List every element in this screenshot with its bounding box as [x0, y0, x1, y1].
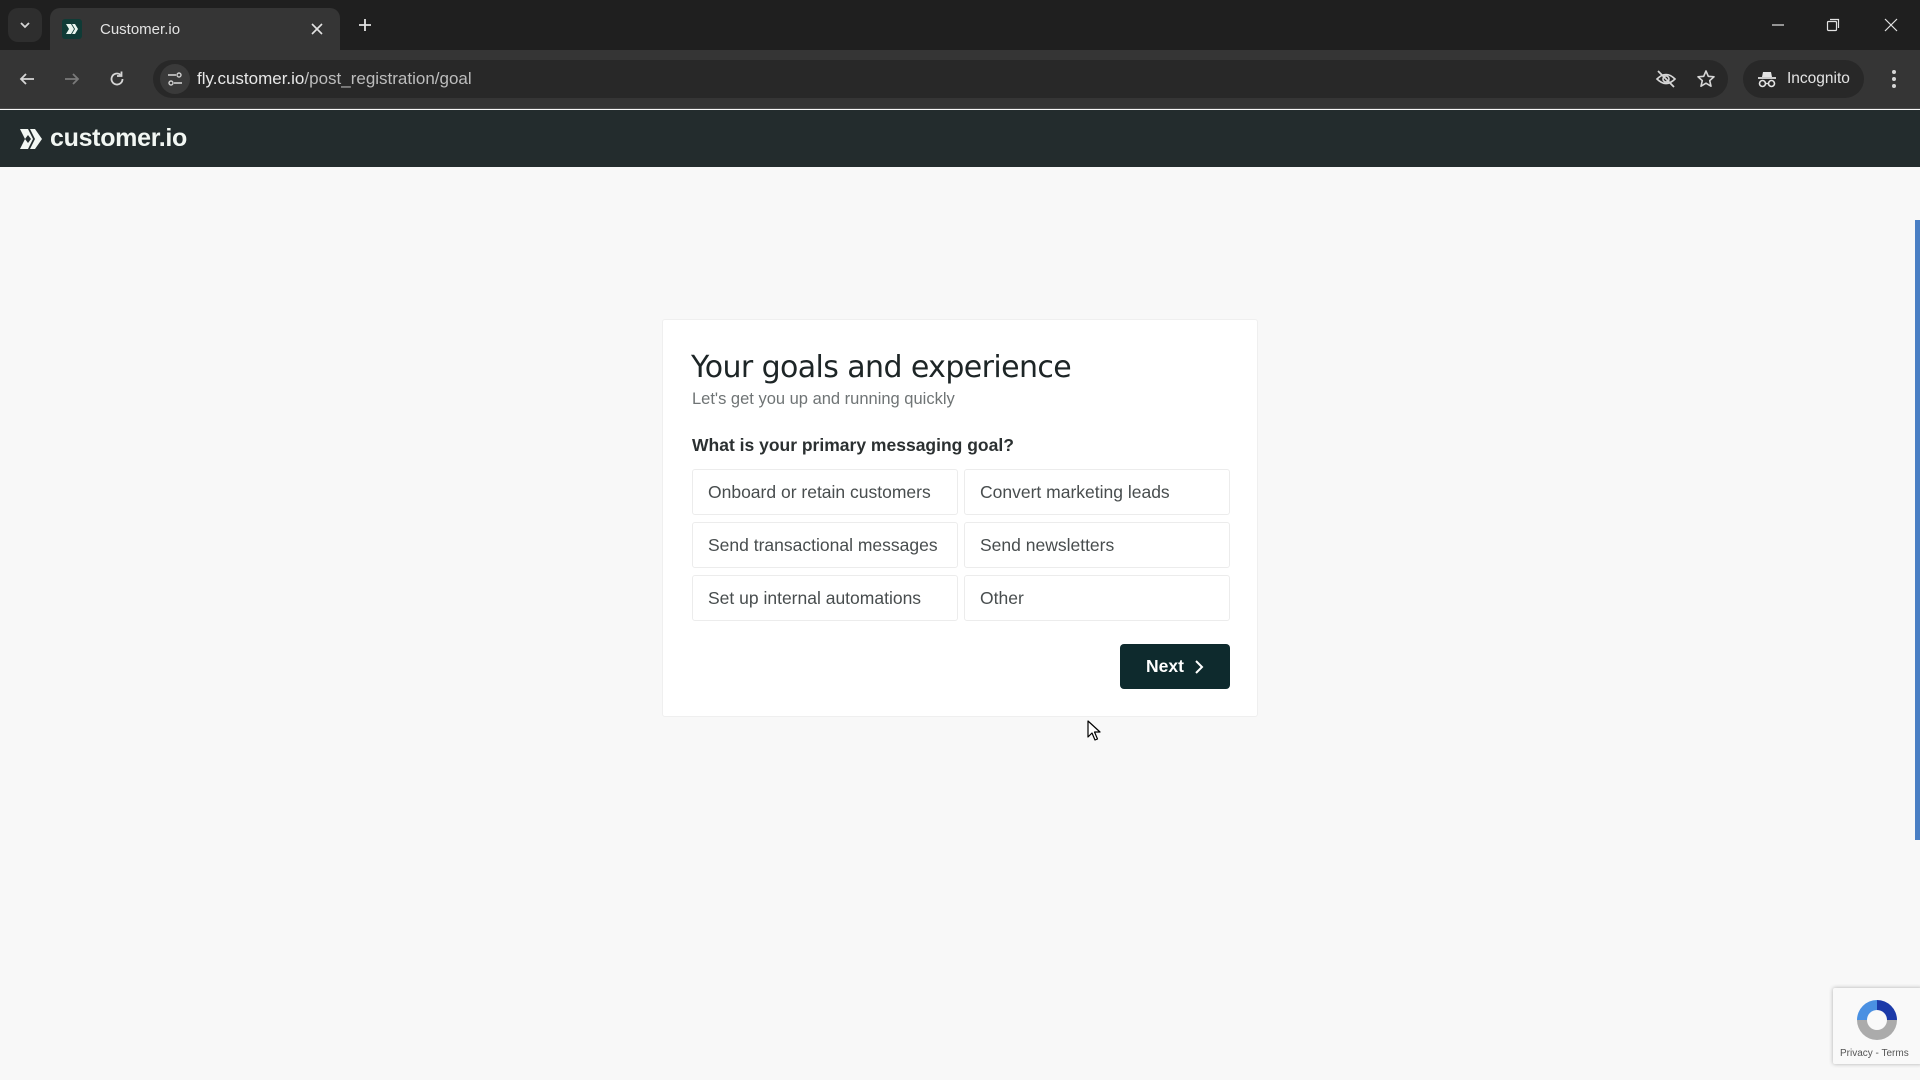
bookmark-button[interactable] — [1692, 65, 1720, 93]
chevron-right-icon — [1194, 659, 1204, 675]
eye-off-icon — [1655, 70, 1677, 88]
browser-tab-active[interactable]: Customer.io — [50, 8, 340, 50]
arrow-left-icon — [19, 73, 34, 85]
goal-options: Onboard or retain customers Convert mark… — [692, 469, 1230, 621]
goal-option-onboard-retain[interactable]: Onboard or retain customers — [692, 469, 958, 515]
browser-tabstrip: Customer.io — [0, 0, 1920, 50]
goal-option-newsletters[interactable]: Send newsletters — [964, 522, 1230, 568]
tracking-protection-button[interactable] — [1652, 65, 1680, 93]
minimize-button[interactable] — [1758, 8, 1798, 42]
tab-search-button[interactable] — [8, 8, 42, 42]
goal-option-internal-automations[interactable]: Set up internal automations — [692, 575, 958, 621]
recaptcha-links[interactable]: Privacy - Terms — [1840, 1048, 1909, 1059]
url-path: /post_registration/goal — [304, 69, 472, 88]
browser-menu-button[interactable] — [1880, 62, 1908, 96]
close-tab-button[interactable] — [306, 18, 328, 40]
restore-icon — [1826, 18, 1840, 32]
customerio-favicon — [62, 19, 82, 39]
reload-button[interactable] — [100, 62, 134, 96]
address-bar[interactable]: fly.customer.io/post_registration/goal — [153, 60, 1728, 98]
close-icon — [311, 23, 323, 35]
customerio-logo-icon[interactable] — [19, 128, 43, 150]
goal-option-transactional[interactable]: Send transactional messages — [692, 522, 958, 568]
question-label: What is your primary messaging goal? — [692, 435, 1014, 455]
next-button[interactable]: Next — [1120, 644, 1230, 689]
url-host: fly.customer.io — [197, 69, 305, 88]
logo-text[interactable]: customer.io — [50, 124, 187, 153]
kebab-menu-icon — [1892, 70, 1896, 88]
arrow-right-icon — [65, 73, 80, 85]
recaptcha-icon — [1857, 1000, 1897, 1040]
page-title: Your goals and experience — [691, 350, 1072, 385]
reload-icon — [110, 71, 124, 86]
tune-icon — [168, 72, 182, 86]
tab-title: Customer.io — [100, 20, 181, 38]
incognito-label: Incognito — [1787, 70, 1850, 87]
back-button[interactable] — [10, 62, 44, 96]
close-icon — [1884, 18, 1898, 32]
url-text[interactable]: fly.customer.io/post_registration/goal — [197, 69, 472, 89]
forward-button[interactable] — [55, 62, 89, 96]
goals-card: Your goals and experience Let's get you … — [662, 319, 1258, 717]
mouse-cursor-icon — [1087, 720, 1101, 741]
goal-option-convert-leads[interactable]: Convert marketing leads — [964, 469, 1230, 515]
close-window-button[interactable] — [1871, 8, 1911, 42]
star-icon — [1697, 70, 1715, 87]
next-button-label: Next — [1146, 656, 1184, 676]
page-subtitle: Let's get you up and running quickly — [692, 390, 955, 408]
plus-icon — [359, 19, 371, 31]
page-scrollbar[interactable] — [1915, 220, 1920, 840]
minimize-icon — [1772, 24, 1784, 26]
chevron-down-icon — [20, 22, 30, 29]
incognito-icon — [1758, 72, 1776, 88]
app-header: customer.io — [0, 110, 1920, 167]
recaptcha-badge[interactable]: Privacy - Terms — [1833, 988, 1920, 1064]
site-info-button[interactable] — [160, 64, 190, 94]
incognito-indicator[interactable]: Incognito — [1743, 60, 1864, 98]
new-tab-button[interactable] — [352, 12, 378, 38]
browser-toolbar: fly.customer.io/post_registration/goal I… — [0, 50, 1920, 109]
goal-option-other[interactable]: Other — [964, 575, 1230, 621]
restore-button[interactable] — [1813, 8, 1853, 42]
